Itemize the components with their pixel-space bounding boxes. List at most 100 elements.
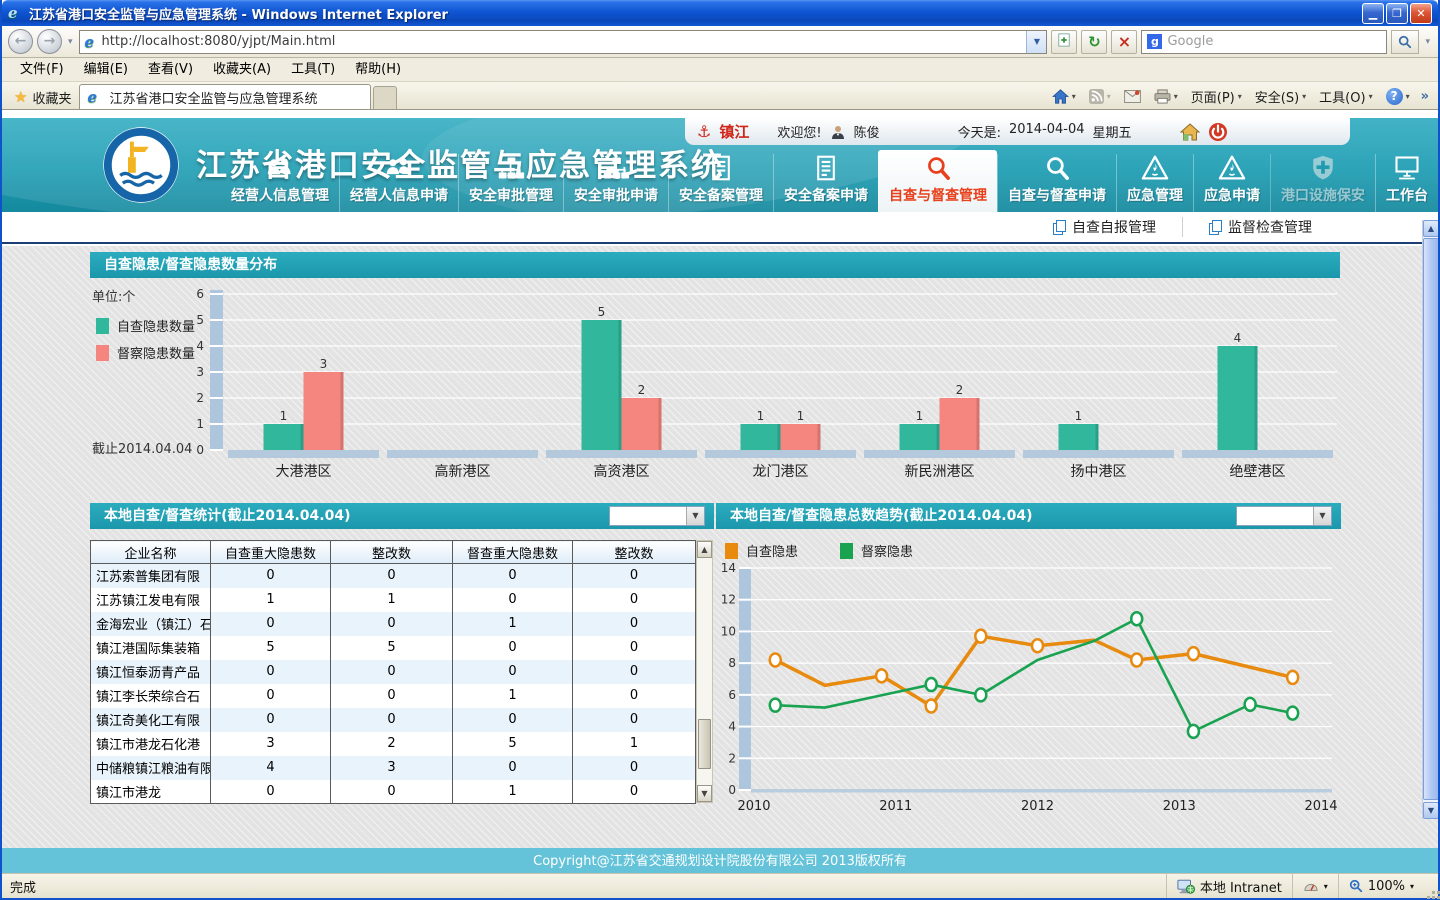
refresh-button[interactable]: ↻ bbox=[1081, 30, 1107, 54]
nav-item-safety-filing-management[interactable]: 安全备案管理 bbox=[668, 154, 773, 212]
scroll-down-button[interactable]: ▼ bbox=[697, 785, 712, 802]
scroll-up-button[interactable]: ▲ bbox=[1423, 220, 1438, 237]
stop-button[interactable]: × bbox=[1111, 30, 1137, 54]
nav-item-emergency-management[interactable]: 应急管理 bbox=[1116, 154, 1193, 212]
nav-item-emergency-application[interactable]: 应急申请 bbox=[1193, 154, 1270, 212]
svg-text:大港港区: 大港港区 bbox=[276, 464, 332, 480]
nav-item-safety-approval-management[interactable]: 安全审批管理 bbox=[458, 154, 563, 212]
minimize-button[interactable]: ▁ bbox=[1362, 3, 1384, 24]
tab-current[interactable]: e 江苏省港口安全监管与应急管理系统 bbox=[79, 84, 371, 109]
search-button[interactable] bbox=[1391, 30, 1419, 54]
table-row[interactable]: 镇江市港龙石化港3251 bbox=[91, 732, 696, 756]
nav-item-self-inspection-supervision-application[interactable]: 自查与督查申请 bbox=[997, 154, 1116, 212]
address-dropdown-button[interactable]: ▼ bbox=[1026, 31, 1046, 53]
menu-tools[interactable]: 工具(T) bbox=[281, 58, 345, 82]
forward-button[interactable]: → bbox=[37, 29, 62, 54]
home-shortcut-button[interactable] bbox=[1180, 122, 1200, 142]
scroll-up-button[interactable]: ▲ bbox=[697, 541, 712, 558]
svg-text:0: 0 bbox=[728, 783, 736, 797]
legend-chip-supervision bbox=[840, 543, 853, 559]
main-nav: 经营人信息管理 经营人信息申请 安全审批管理 安全审批申请 安全备案管理 安全备… bbox=[221, 150, 1438, 212]
nav-item-operator-info-application[interactable]: 经营人信息申请 bbox=[339, 154, 458, 212]
nav-item-workbench[interactable]: 工作台 bbox=[1375, 154, 1438, 212]
svg-text:2012: 2012 bbox=[1021, 799, 1054, 814]
anchor-icon: ⚓ bbox=[697, 122, 711, 141]
search-placeholder: Google bbox=[1167, 34, 1213, 49]
svg-text:2010: 2010 bbox=[737, 799, 770, 814]
bar-chart: 0123456大港港区13高新港区高资港区52龙门港区11新民洲港区12扬中港区… bbox=[90, 278, 1340, 496]
stats-filter-dropdown[interactable]: ▼ bbox=[609, 506, 705, 526]
svg-text:2: 2 bbox=[728, 751, 736, 765]
copyright-footer: Copyright@江苏省交通规划设计院股份有限公司 2013版权所有 bbox=[2, 848, 1438, 873]
svg-text:2013: 2013 bbox=[1163, 799, 1196, 814]
help-button[interactable]: ?▾ bbox=[1381, 84, 1415, 108]
menu-bar: 文件(F) 编辑(E) 查看(V) 收藏夹(A) 工具(T) 帮助(H) bbox=[2, 58, 1438, 82]
scroll-down-button[interactable]: ▼ bbox=[1423, 802, 1438, 819]
menu-favorites[interactable]: 收藏夹(A) bbox=[203, 58, 281, 82]
maximize-button[interactable]: ❐ bbox=[1386, 3, 1408, 24]
back-button[interactable]: ← bbox=[8, 29, 33, 54]
close-button[interactable]: ✕ bbox=[1410, 3, 1432, 24]
table-row[interactable]: 中储粮镇江粮油有限4300 bbox=[91, 756, 696, 780]
recent-pages-dropdown[interactable]: ▾ bbox=[66, 37, 75, 47]
table-row[interactable]: 镇江市港龙0010 bbox=[91, 780, 696, 804]
nav-item-operator-info-management[interactable]: 经营人信息管理 bbox=[221, 154, 339, 212]
favorites-label: 收藏夹 bbox=[32, 88, 71, 107]
trend-filter-dropdown[interactable]: ▼ bbox=[1236, 506, 1332, 526]
table-scrollbar[interactable]: ▲ ▼ bbox=[696, 540, 713, 803]
tools-menu[interactable]: 工具(O)▾ bbox=[1314, 84, 1377, 108]
protected-mode-button[interactable]: ▾ bbox=[1292, 874, 1338, 898]
scrollbar-thumb[interactable] bbox=[698, 719, 711, 769]
scrollbar-thumb[interactable] bbox=[1423, 238, 1438, 800]
search-input[interactable]: g Google bbox=[1141, 30, 1387, 54]
table-row[interactable]: 金海宏业（镇江）石0010 bbox=[91, 612, 696, 636]
svg-text:高新港区: 高新港区 bbox=[435, 463, 491, 480]
menu-edit[interactable]: 编辑(E) bbox=[74, 58, 138, 82]
svg-text:5: 5 bbox=[598, 305, 606, 319]
nav-item-self-inspection-supervision-management[interactable]: 自查与督查管理 bbox=[878, 150, 997, 212]
home-button[interactable]: ▾ bbox=[1047, 84, 1081, 108]
bar-chart-panel: 自查隐患/督查隐患数量分布 单位:个 自查隐患数量 督察隐患数量 截止2014.… bbox=[90, 252, 1340, 496]
resize-grip[interactable] bbox=[1424, 874, 1438, 898]
tab-title: 江苏省港口安全监管与应急管理系统 bbox=[109, 88, 317, 107]
page-menu[interactable]: 页面(P)▾ bbox=[1186, 84, 1247, 108]
nav-item-safety-approval-application[interactable]: 安全审批申请 bbox=[563, 154, 668, 212]
favorites-button[interactable]: ★ 收藏夹 bbox=[6, 85, 79, 109]
address-url: http://localhost:8080/yjpt/Main.html bbox=[102, 34, 1027, 49]
table-row[interactable]: 镇江恒泰沥青产品0000 bbox=[91, 660, 696, 684]
menu-file[interactable]: 文件(F) bbox=[10, 58, 74, 82]
svg-text:1: 1 bbox=[916, 409, 924, 423]
print-button[interactable]: ▾ bbox=[1149, 84, 1183, 108]
line-chart-panel: 本地自查/督查隐患总数趋势(截止2014.04.04) ▼ 自查隐患 督察隐患 … bbox=[716, 503, 1341, 818]
read-mail-button[interactable] bbox=[1119, 84, 1146, 108]
logout-button[interactable] bbox=[1208, 122, 1228, 142]
page-scrollbar[interactable]: ▲ ▼ bbox=[1422, 220, 1438, 819]
svg-text:2011: 2011 bbox=[879, 799, 912, 814]
safety-menu[interactable]: 安全(S)▾ bbox=[1250, 84, 1311, 108]
table-row[interactable]: 镇江李长荣综合石0010 bbox=[91, 684, 696, 708]
table-row[interactable]: 镇江港国际集装箱5500 bbox=[91, 636, 696, 660]
submenu-item-self-report-management[interactable]: 自查自报管理 bbox=[1027, 217, 1182, 237]
menu-view[interactable]: 查看(V) bbox=[138, 58, 203, 82]
nav-item-port-facility-security[interactable]: 港口设施保安 bbox=[1270, 154, 1375, 212]
address-input[interactable]: e http://localhost:8080/yjpt/Main.html ▼ bbox=[79, 30, 1048, 54]
menu-help[interactable]: 帮助(H) bbox=[345, 58, 411, 82]
svg-text:1: 1 bbox=[757, 409, 765, 423]
security-zone: 本地 Intranet bbox=[1166, 874, 1292, 898]
people-icon bbox=[385, 155, 413, 181]
feeds-button[interactable]: ▾ bbox=[1084, 84, 1116, 108]
table-row[interactable]: 镇江奇美化工有限0000 bbox=[91, 708, 696, 732]
toolbar-overflow-button[interactable]: » bbox=[1418, 89, 1432, 104]
new-tab-button[interactable] bbox=[373, 86, 397, 109]
chevron-down-icon: ▼ bbox=[686, 507, 704, 525]
line-chart-title: 本地自查/督查隐患总数趋势(截止2014.04.04) ▼ bbox=[716, 503, 1341, 529]
compatibility-view-button[interactable] bbox=[1051, 30, 1077, 54]
search-options-dropdown[interactable]: ▾ bbox=[1423, 37, 1432, 47]
shield-icon bbox=[1309, 155, 1337, 181]
table-row[interactable]: 江苏索普集团有限0000 bbox=[91, 564, 696, 588]
nav-item-safety-filing-application[interactable]: 安全备案申请 bbox=[773, 154, 878, 212]
table-row[interactable]: 江苏镇江发电有限1100 bbox=[91, 588, 696, 612]
zoom-control[interactable]: 100% ▾ bbox=[1338, 874, 1424, 898]
svg-text:2014: 2014 bbox=[1304, 799, 1337, 814]
submenu-item-supervision-check-management[interactable]: 监督检查管理 bbox=[1182, 217, 1338, 237]
